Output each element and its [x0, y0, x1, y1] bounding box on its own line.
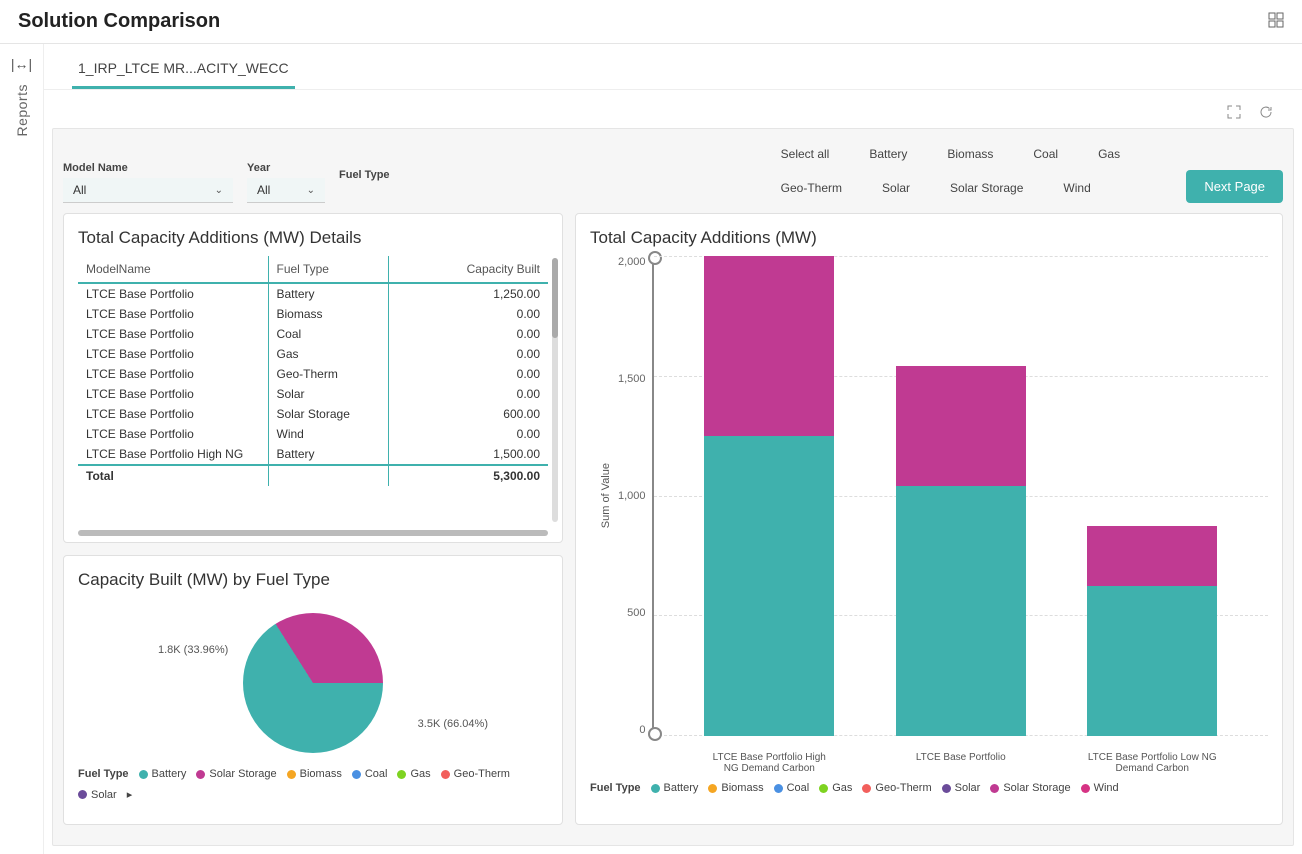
fueltype-chip[interactable]: Battery — [851, 139, 925, 169]
table-row[interactable]: LTCE Base PortfolioGeo-Therm0.00 — [78, 364, 548, 384]
legend-item[interactable]: Battery — [139, 768, 187, 780]
sidebar: |↔| Reports — [0, 44, 44, 854]
year-dropdown-value: All — [257, 183, 270, 197]
capacity-table[interactable]: ModelName Fuel Type Capacity Built LTCE … — [78, 256, 548, 486]
table-scrollbar-v[interactable] — [552, 258, 558, 522]
table-title: Total Capacity Additions (MW) Details — [78, 228, 548, 248]
bar-xlabel: LTCE Base Portfolio Low NG Demand Carbon — [1087, 752, 1217, 774]
bar-xlabel: LTCE Base Portfolio — [896, 752, 1026, 774]
chevron-down-icon: ⌄ — [215, 185, 223, 196]
bar-segment — [1087, 586, 1217, 736]
table-row[interactable]: LTCE Base PortfolioSolar Storage600.00 — [78, 404, 548, 424]
bar-segment — [896, 366, 1026, 486]
model-dropdown[interactable]: All ⌄ — [63, 178, 233, 203]
pie-label-b: 3.5K (66.04%) — [418, 718, 488, 730]
table-row[interactable]: LTCE Base PortfolioGas0.00 — [78, 344, 548, 364]
barchart-ylabel: Sum of Value — [600, 463, 612, 528]
piechart-legend: Fuel TypeBatterySolar StorageBiomassCoal… — [78, 768, 548, 801]
piechart-plot[interactable]: 1.8K (33.96%) 3.5K (66.04%) — [78, 598, 548, 768]
fueltype-chip[interactable]: Biomass — [929, 139, 1011, 169]
table-total-row: Total5,300.00 — [78, 465, 548, 486]
barchart-yaxis: 2,0001,5001,0005000 — [612, 256, 652, 736]
piechart-title: Capacity Built (MW) by Fuel Type — [78, 570, 548, 590]
legend-item[interactable]: Solar — [78, 789, 117, 801]
legend-item[interactable]: Coal — [352, 768, 388, 780]
bar-segment — [704, 256, 834, 436]
table-row[interactable]: LTCE Base PortfolioBiomass0.00 — [78, 304, 548, 324]
table-col-fuel[interactable]: Fuel Type — [268, 256, 388, 283]
fueltype-chip[interactable]: Select all — [763, 139, 848, 169]
fueltype-chip[interactable]: Wind — [1045, 173, 1108, 203]
chevron-down-icon: ⌄ — [307, 185, 315, 196]
grid-view-icon[interactable] — [1268, 12, 1284, 31]
table-scrollbar-h[interactable] — [78, 530, 548, 536]
bar-segment — [896, 486, 1026, 736]
panel-piechart: Capacity Built (MW) by Fuel Type 1.8K (3… — [63, 555, 563, 825]
next-page-button[interactable]: Next Page — [1186, 170, 1283, 203]
pie-label-a: 1.8K (33.96%) — [158, 644, 228, 656]
table-row[interactable]: LTCE Base PortfolioWind0.00 — [78, 424, 548, 444]
table-row[interactable]: LTCE Base PortfolioCoal0.00 — [78, 324, 548, 344]
table-row[interactable]: LTCE Base Portfolio High NGBattery1,500.… — [78, 444, 548, 465]
legend-item[interactable]: Biomass — [287, 768, 342, 780]
table-row[interactable]: LTCE Base PortfolioBattery1,250.00 — [78, 283, 548, 304]
bar-segment — [704, 436, 834, 736]
barchart-title: Total Capacity Additions (MW) — [590, 228, 1268, 248]
legend-item[interactable]: Wind — [1081, 782, 1119, 794]
filter-fueltype-label: Fuel Type — [339, 169, 749, 181]
expand-icon[interactable]: |↔| — [11, 56, 32, 72]
table-col-model[interactable]: ModelName — [78, 256, 268, 283]
refresh-icon[interactable] — [1258, 104, 1274, 120]
legend-item[interactable]: Coal — [774, 782, 810, 794]
fueltype-chip[interactable]: Gas — [1080, 139, 1138, 169]
legend-item[interactable]: Solar Storage — [990, 782, 1070, 794]
fueltype-chip[interactable]: Geo-Therm — [763, 173, 860, 203]
page-title: Solution Comparison — [18, 10, 220, 33]
sidebar-label[interactable]: Reports — [14, 84, 30, 137]
legend-item[interactable]: Battery — [651, 782, 699, 794]
year-dropdown[interactable]: All ⌄ — [247, 178, 325, 203]
filter-year-label: Year — [247, 162, 325, 174]
fueltype-chip[interactable]: Solar Storage — [932, 173, 1041, 203]
report-toolbar — [44, 90, 1302, 128]
barchart-plot[interactable]: LTCE Base Portfolio High NG Demand Carbo… — [652, 256, 1268, 736]
legend-item[interactable]: Biomass — [708, 782, 763, 794]
bar-xlabel: LTCE Base Portfolio High NG Demand Carbo… — [704, 752, 834, 774]
fueltype-chip[interactable]: Coal — [1015, 139, 1076, 169]
legend-item[interactable]: Solar Storage — [196, 768, 276, 780]
filter-bar: Model Name All ⌄ Year All ⌄ — [63, 139, 1283, 203]
bar[interactable] — [896, 366, 1026, 736]
legend-item[interactable]: Geo-Therm — [862, 782, 931, 794]
legend-item[interactable]: Solar — [942, 782, 981, 794]
legend-item[interactable]: Geo-Therm — [441, 768, 510, 780]
panel-table: Total Capacity Additions (MW) Details Mo… — [63, 213, 563, 543]
tab-active[interactable]: 1_IRP_LTCE MR...ACITY_WECC — [72, 50, 295, 89]
bar-segment — [1087, 526, 1217, 586]
barchart-legend: Fuel TypeBatteryBiomassCoalGasGeo-ThermS… — [590, 782, 1268, 794]
legend-more-icon[interactable]: ▸ — [127, 788, 133, 801]
fullscreen-icon[interactable] — [1226, 104, 1242, 120]
legend-item[interactable]: Gas — [397, 768, 430, 780]
table-col-cap[interactable]: Capacity Built — [388, 256, 548, 283]
table-row[interactable]: LTCE Base PortfolioSolar0.00 — [78, 384, 548, 404]
filter-model-label: Model Name — [63, 162, 233, 174]
bar[interactable] — [704, 256, 834, 736]
pie-graphic — [243, 613, 383, 753]
fueltype-chip[interactable]: Solar — [864, 173, 928, 203]
bar[interactable] — [1087, 526, 1217, 736]
header: Solution Comparison — [0, 0, 1302, 44]
tab-bar: 1_IRP_LTCE MR...ACITY_WECC — [44, 44, 1302, 90]
model-dropdown-value: All — [73, 183, 86, 197]
fueltype-chips: Select allBatteryBiomassCoalGas Geo-Therm… — [763, 139, 1173, 203]
legend-item[interactable]: Gas — [819, 782, 852, 794]
panel-barchart: Total Capacity Additions (MW) Sum of Val… — [575, 213, 1283, 825]
